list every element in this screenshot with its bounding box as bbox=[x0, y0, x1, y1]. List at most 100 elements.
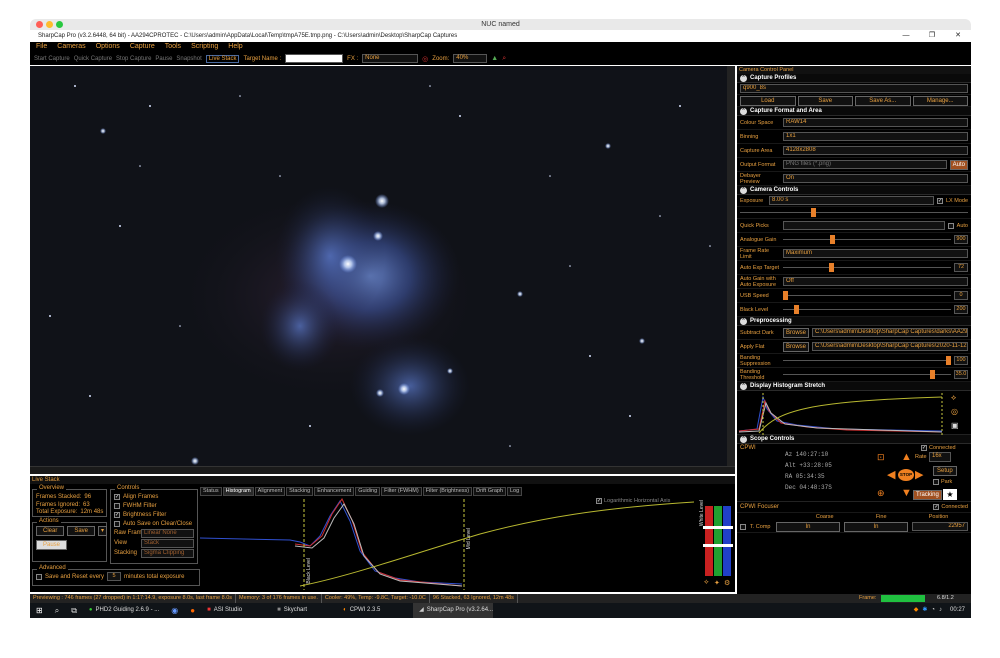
banding-suppression-slider[interactable] bbox=[783, 356, 951, 365]
tab-alignment[interactable]: Alignment bbox=[254, 487, 286, 496]
setup-button[interactable]: Setup bbox=[933, 466, 957, 476]
tab-filter-fwhm[interactable]: Filter (FWHM) bbox=[381, 487, 422, 496]
green-level-slider[interactable] bbox=[714, 506, 722, 576]
tab-filter-brightness[interactable]: Filter (Brightness) bbox=[422, 487, 473, 496]
output-format-select[interactable]: PNG files (*.png) bbox=[783, 160, 947, 169]
camera-image-view[interactable] bbox=[30, 66, 735, 466]
app-icon[interactable]: ◉ bbox=[165, 603, 184, 618]
browse-flat-button[interactable]: Browse bbox=[783, 341, 810, 352]
rate-select[interactable]: 16x bbox=[929, 452, 951, 462]
level-handle[interactable] bbox=[703, 544, 733, 547]
subtract-dark-select[interactable]: C:\Users\admin\Desktop\SharpCap Captures… bbox=[812, 328, 968, 337]
fx-select[interactable]: None bbox=[362, 54, 419, 63]
image-vertical-scrollbar[interactable] bbox=[727, 66, 735, 466]
auto-exp-target-slider[interactable] bbox=[783, 263, 951, 272]
debayer-select[interactable]: On bbox=[783, 174, 968, 183]
menu-scripting[interactable]: Scripting bbox=[191, 42, 218, 52]
camera-controls-header[interactable]: ⌃ Camera Controls bbox=[737, 186, 971, 195]
colour-space-select[interactable]: RAW14 bbox=[783, 118, 968, 127]
stack-histogram[interactable]: Black Level Mid Level ✓ Logarithmic Hori… bbox=[199, 496, 697, 590]
tab-guiding[interactable]: Guiding bbox=[355, 487, 381, 496]
tracking-button[interactable]: Tracking bbox=[913, 490, 942, 500]
close-button[interactable]: ✕ bbox=[945, 30, 971, 42]
exposure-input[interactable]: 8.00 s bbox=[769, 196, 934, 205]
auto-gain-select[interactable]: Off bbox=[783, 277, 968, 286]
coarse-in-button[interactable]: In bbox=[776, 521, 840, 532]
goto-icon[interactable]: ⊡ bbox=[877, 452, 885, 463]
tracking-star-icon[interactable]: ★ bbox=[943, 489, 957, 500]
menu-capture[interactable]: Capture bbox=[130, 42, 155, 52]
start-capture-button[interactable]: Start Capture bbox=[34, 56, 70, 62]
tab-histogram[interactable]: Histogram bbox=[222, 487, 254, 496]
target-name-input[interactable] bbox=[285, 54, 344, 63]
fwhm-filter-checkbox[interactable] bbox=[114, 502, 120, 509]
zoom-dot-icon[interactable] bbox=[56, 21, 63, 28]
zoom-select[interactable]: 40% bbox=[453, 54, 488, 63]
analogue-gain-input[interactable]: 900 bbox=[954, 235, 968, 244]
banding-threshold-slider[interactable] bbox=[783, 370, 951, 379]
analogue-gain-slider[interactable] bbox=[783, 235, 951, 244]
crosshair-icon[interactable]: ⊕ bbox=[877, 488, 885, 499]
brightness-filter-checkbox[interactable]: ✓ bbox=[114, 511, 120, 518]
settings-icon[interactable]: ⚙ bbox=[724, 579, 730, 587]
task-view-icon[interactable]: ⧉ bbox=[65, 603, 83, 618]
collapse-icon[interactable]: ⌃ bbox=[740, 186, 747, 194]
arrow-left-icon[interactable]: ◀ bbox=[887, 470, 895, 481]
preprocessing-header[interactable]: ⌃ Preprocessing bbox=[737, 317, 971, 326]
collapse-icon[interactable]: ⌃ bbox=[740, 382, 747, 390]
menu-tools[interactable]: Tools bbox=[165, 42, 181, 52]
capture-format-header[interactable]: ⌃ Capture Format and Area bbox=[737, 107, 971, 116]
auto-stretch-icon[interactable]: ⟡ bbox=[951, 393, 956, 403]
histogram-icon[interactable]: ▲ bbox=[491, 55, 498, 62]
mount-connected-checkbox[interactable]: ✓ bbox=[921, 445, 927, 451]
level-handle[interactable] bbox=[703, 526, 733, 529]
display-histogram[interactable]: ⟡ ◎ ▣ bbox=[737, 391, 971, 435]
t-comp-checkbox[interactable] bbox=[740, 523, 746, 530]
taskbar-skychart[interactable]: ■ Skychart bbox=[271, 603, 337, 618]
stop-button[interactable]: STOP bbox=[898, 469, 914, 481]
capture-profiles-header[interactable]: ⌃ Capture Profiles bbox=[737, 74, 971, 83]
display-histogram-header[interactable]: ⌃ Display Histogram Stretch bbox=[737, 382, 971, 391]
blue-level-slider[interactable] bbox=[723, 506, 731, 576]
reset-icon[interactable]: ✦ bbox=[714, 579, 720, 587]
auto-format-button[interactable]: Auto bbox=[949, 159, 968, 170]
collapse-icon[interactable]: ⌃ bbox=[740, 435, 747, 443]
taskbar-cpwi[interactable]: ◐ CPWI 2.3.5 bbox=[337, 603, 413, 618]
usb-speed-input[interactable]: 0 bbox=[954, 291, 968, 300]
lx-mode-checkbox[interactable]: ✓ bbox=[936, 197, 943, 204]
menu-options[interactable]: Options bbox=[96, 42, 120, 52]
manage-profiles-button[interactable]: Manage... bbox=[912, 95, 968, 106]
raw-frames-select[interactable]: Linear None bbox=[141, 528, 194, 538]
menu-help[interactable]: Help bbox=[228, 42, 242, 52]
target-icon[interactable]: ◎ bbox=[422, 55, 428, 63]
quick-picks-select[interactable] bbox=[783, 221, 945, 230]
scope-controls-header[interactable]: ⌃ Scope Controls bbox=[737, 435, 971, 444]
banding-threshold-input[interactable]: 35.0 bbox=[954, 370, 968, 379]
save-as-profile-button[interactable]: Save As... bbox=[855, 95, 911, 106]
maximize-button[interactable]: ❐ bbox=[919, 30, 945, 42]
clear-button[interactable]: Clear bbox=[36, 526, 65, 536]
menu-file[interactable]: File bbox=[36, 42, 47, 52]
live-stack-button[interactable]: Live Stack bbox=[205, 54, 240, 63]
magnify-icon[interactable]: ⌕ bbox=[502, 55, 506, 63]
snapshot-button[interactable]: Snapshot bbox=[176, 56, 201, 62]
stacking-select[interactable]: Sigma Clipping bbox=[141, 548, 194, 558]
exposure-slider[interactable] bbox=[740, 208, 968, 217]
collapse-icon[interactable]: ⌃ bbox=[740, 74, 747, 82]
collapse-icon[interactable]: ⌃ bbox=[740, 317, 747, 325]
tray-bluetooth-icon[interactable]: ✱ bbox=[920, 603, 929, 618]
arrow-up-icon[interactable]: ▲ bbox=[901, 452, 912, 463]
save-profile-button[interactable]: Save bbox=[797, 95, 853, 106]
save-reset-checkbox[interactable] bbox=[36, 573, 42, 580]
collapse-icon[interactable]: ⌃ bbox=[740, 107, 747, 115]
banding-suppression-input[interactable]: 100 bbox=[954, 356, 968, 365]
start-icon[interactable]: ⊞ bbox=[30, 603, 49, 618]
save-stretch-icon[interactable]: ▣ bbox=[951, 421, 959, 430]
tray-cpwi-icon[interactable]: ◆ bbox=[912, 603, 921, 618]
close-dot-icon[interactable] bbox=[36, 21, 43, 28]
save-dropdown-icon[interactable]: ▾ bbox=[98, 526, 108, 536]
auto-stretch-icon[interactable]: ⟡ bbox=[704, 579, 709, 587]
quick-picks-auto-checkbox[interactable] bbox=[947, 222, 954, 229]
align-frames-checkbox[interactable]: ✓ bbox=[114, 493, 120, 500]
view-select[interactable]: Stack bbox=[141, 538, 194, 548]
